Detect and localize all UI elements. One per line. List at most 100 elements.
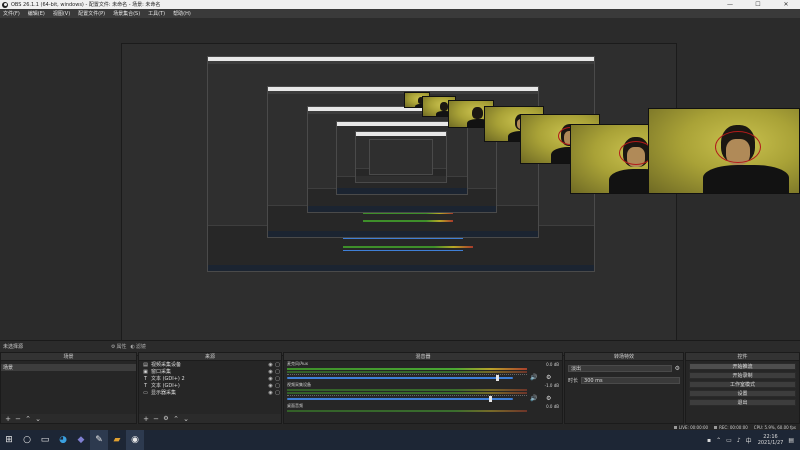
source-item[interactable]: ▭ 显示器采集 ◉ ▢ (139, 389, 281, 397)
start-recording-button[interactable]: 开始录制 (689, 372, 796, 379)
duration-spinbox[interactable]: 300 ms (581, 377, 680, 384)
tray-icon[interactable]: ▪ (707, 437, 711, 444)
move-up-button[interactable]: ⌃ (171, 415, 181, 423)
channel-name: 麦克风/Aux (287, 361, 308, 366)
chevron-up-icon[interactable]: ⌃ (716, 437, 721, 444)
properties-button[interactable]: ⚙ 属性 (111, 343, 127, 351)
scene-item[interactable]: 场景 (1, 364, 136, 371)
menu-profile[interactable]: 配置文件(P) (78, 10, 105, 17)
eye-icon[interactable]: ◉ (267, 376, 274, 382)
system-tray: ▪ ⌃ ▭ ♪ 中 22:16 2021/1/27 ▤ (702, 430, 800, 450)
display-capture-icon: ▣ (143, 368, 148, 375)
remove-scene-button[interactable]: − (13, 415, 23, 423)
task-view-icon[interactable]: ▭ (36, 430, 54, 450)
volume-slider[interactable] (287, 377, 513, 379)
add-scene-button[interactable]: + (3, 415, 13, 423)
eye-icon[interactable]: ◉ (267, 362, 274, 368)
menu-help[interactable]: 帮助(H) (173, 10, 191, 17)
source-name: 视频采集设备 (151, 362, 182, 368)
lock-icon[interactable]: ▢ (274, 362, 281, 368)
speaker-icon[interactable]: 🔊 (530, 395, 537, 402)
source-item[interactable]: T 文本 (GDI+) 2 ◉ ▢ (139, 375, 281, 383)
nested-menu-bar (268, 91, 538, 94)
close-button[interactable]: ✕ (772, 0, 800, 9)
nested-menu-bar (208, 61, 594, 64)
preview-area (0, 18, 800, 356)
menu-view[interactable]: 视图(V) (53, 10, 70, 17)
remove-source-button[interactable]: − (151, 415, 161, 423)
steam-icon[interactable]: ✎ (90, 430, 108, 450)
speaker-icon[interactable]: 🔊 (530, 374, 537, 381)
filters-button[interactable]: ◐ 滤镜 (131, 343, 146, 351)
move-up-button[interactable]: ⌃ (23, 415, 33, 423)
rec-indicator-icon (714, 425, 718, 429)
filters-label: 滤镜 (135, 344, 146, 350)
live-time: LIVE: 00:00:00 (678, 424, 709, 430)
network-icon[interactable]: ▭ (726, 437, 732, 444)
gear-icon[interactable]: ⚙ (546, 374, 551, 381)
volume-slider-knob[interactable] (496, 375, 500, 381)
gear-icon[interactable]: ⚙ (546, 395, 551, 402)
duration-label: 时长 (568, 378, 579, 384)
mixer-channel: 视频采集设备 -1.0 dB 🔊 ⚙ (284, 382, 562, 403)
transitions-dock-title: 转场特效 (565, 353, 683, 361)
selected-source-label: 未选择源 (3, 344, 24, 350)
nested-meter (363, 220, 453, 222)
source-name: 文本 (GDI+) 2 (151, 376, 185, 382)
volume-slider-knob[interactable] (489, 396, 493, 402)
app-icon[interactable]: ▰ (108, 430, 126, 450)
source-name: 文本 (GDI+) (151, 383, 180, 389)
source-name: 窗口采集 (151, 369, 172, 375)
settings-button[interactable]: 设置 (689, 390, 796, 397)
volume-slider[interactable] (287, 398, 513, 400)
lock-icon[interactable]: ▢ (274, 390, 281, 396)
menu-file[interactable]: 文件(F) (3, 10, 20, 17)
video-capture-icon: ▤ (143, 361, 148, 368)
taskbar-clock[interactable]: 22:16 2021/1/27 (758, 434, 784, 446)
mixer-channel: 桌面音频 0.0 dB (284, 403, 562, 415)
studio-mode-button[interactable]: 工作室模式 (689, 381, 796, 388)
start-streaming-button[interactable]: 开始推流 (689, 363, 796, 370)
volume-meter (287, 410, 527, 412)
preview-canvas[interactable] (121, 43, 677, 356)
maximize-button[interactable]: ☐ (744, 0, 772, 9)
source-item[interactable]: T 文本 (GDI+) ◉ ▢ (139, 382, 281, 390)
lock-icon[interactable]: ▢ (274, 376, 281, 382)
menu-scene-collection[interactable]: 场景集合(S) (113, 10, 140, 17)
add-source-button[interactable]: + (141, 415, 151, 423)
channel-db: 0.0 dB (546, 361, 559, 367)
window-title-bar: OBS 26.1.1 (64-bit, windows) - 配置文件: 未命名… (0, 0, 800, 9)
webcam-source[interactable] (648, 108, 800, 194)
volume-icon[interactable]: ♪ (737, 437, 741, 444)
exit-button[interactable]: 退出 (689, 399, 796, 406)
volume-meter (287, 389, 527, 391)
lock-icon[interactable]: ▢ (274, 383, 281, 389)
minimize-button[interactable]: — (716, 0, 744, 9)
text-icon: T (143, 375, 148, 382)
gear-icon[interactable]: ⚙ (675, 365, 680, 372)
start-icon[interactable]: ⊞ (0, 430, 18, 450)
lock-icon[interactable]: ▢ (274, 369, 281, 375)
ime-icon[interactable]: 中 (746, 436, 752, 445)
menu-tools[interactable]: 工具(T) (148, 10, 165, 17)
sources-dock-footer: + − ⚙ ⌃ ⌄ (139, 414, 281, 423)
cpu-status: CPU: 5.9%, 60.00 fps (753, 424, 796, 430)
eye-icon[interactable]: ◉ (267, 390, 274, 396)
eye-icon[interactable]: ◉ (267, 369, 274, 375)
search-icon[interactable]: ○ (18, 430, 36, 450)
move-down-button[interactable]: ⌄ (181, 415, 191, 423)
source-properties-button[interactable]: ⚙ (161, 415, 171, 423)
volume-meter (287, 368, 527, 370)
notification-icon[interactable]: ▤ (788, 437, 794, 444)
obs-taskbar-icon[interactable]: ◉ (126, 430, 144, 450)
edge-browser-icon[interactable]: ◕ (54, 430, 72, 450)
source-item[interactable]: ▣ 窗口采集 ◉ ▢ (139, 368, 281, 376)
source-item[interactable]: ▤ 视频采集设备 ◉ ▢ (139, 361, 281, 369)
move-down-button[interactable]: ⌄ (33, 415, 43, 423)
eye-icon[interactable]: ◉ (267, 383, 274, 389)
app-icon[interactable]: ◆ (72, 430, 90, 450)
nested-slider (343, 238, 463, 239)
menu-edit[interactable]: 编辑(E) (28, 10, 45, 17)
transition-select[interactable]: 淡出 (568, 365, 672, 372)
scenes-dock: 场景 场景 + − ⌃ ⌄ (0, 352, 137, 424)
